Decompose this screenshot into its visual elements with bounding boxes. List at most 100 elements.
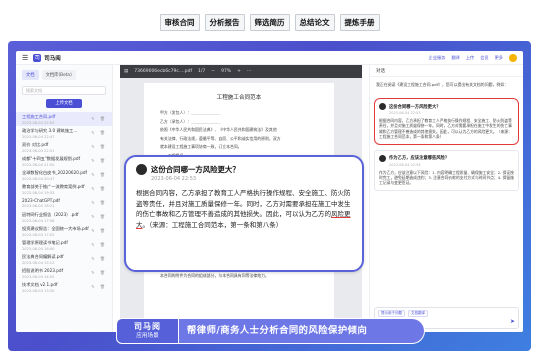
file-actions-icon[interactable]: ✎ 🗑 <box>91 186 107 191</box>
callout-timestamp: 2023-06-04 22:53 <box>151 176 197 182</box>
file-actions-icon[interactable]: ✎ 🗑 <box>91 116 107 121</box>
callout-answer: 根据合同内容，乙方承担了教育工人严格执行操作规程、安全施工、防火防盗等责任，并且… <box>136 188 352 230</box>
tab-library[interactable]: 文档库(Beta) <box>41 70 76 80</box>
avatar[interactable] <box>509 53 517 62</box>
sidebar-tabs: 文档 文档库(Beta) <box>16 65 112 83</box>
file-actions-icon[interactable]: ✎ 🗑 <box>91 270 107 275</box>
file-date: 2023-06-04 19:33 <box>22 191 55 195</box>
file-date: 2023-06-04 21:50 <box>22 163 55 167</box>
callout-question-text: 这份合同哪一方风险更大？ <box>151 165 240 174</box>
file-date: 2023-06-04 20:47 <box>22 177 55 181</box>
file-actions-icon[interactable]: ✎ 🗑 <box>91 200 107 205</box>
timestamp: 2023-06-04 22:53 <box>389 111 421 115</box>
badge-title: 司马阅 <box>134 322 161 331</box>
pdf-line: 乙方（承包人）：_______________ <box>160 118 221 124</box>
list-item[interactable]: 管理学原理读书笔记.pdf 2023-06-04 16:40 ✎ 🗑 <box>16 238 112 252</box>
file-actions-icon[interactable]: ✎ 🗑 <box>91 256 107 261</box>
pdf-line: 甲方（发包人）：_______________ <box>160 110 221 115</box>
list-item[interactable]: 2023-ChatGPT.pdf 2023-06-04 18:21 ✎ 🗑 <box>16 196 112 210</box>
list-item[interactable]: 技术文档 v2.1.pdf 2023-06-04 13:30 ✎ 🗑 <box>16 280 112 294</box>
callout-answer-text: 根据合同内容，乙方承担了教育工人严格执行操作规程、安全施工、防火防盗等责任，并且… <box>136 189 351 218</box>
header-link[interactable]: 企业服务 <box>429 55 446 61</box>
file-date: 2023-06-04 22:31 <box>22 149 55 153</box>
search-input[interactable]: 搜索文档 <box>22 86 106 95</box>
app-name: 司马阅 <box>44 55 61 62</box>
header-link[interactable]: 会员 <box>480 55 488 61</box>
pdf-toolbar: ▤ 73669006ecb6c79c….pdf 1/7 − 97% + ⋯ <box>120 65 362 78</box>
feature-tab[interactable]: 提炼手册 <box>339 14 380 31</box>
file-date: 2023-06-04 22:53 <box>22 121 55 125</box>
sidebar-toggle-icon[interactable]: ▤ <box>124 69 128 74</box>
callout-answer-tail: 。（来源：工程施工合同范本，第一条和第八条） <box>142 220 283 229</box>
timestamp: 2023-06-04 22:54 <box>389 162 421 167</box>
more-icon[interactable]: ⋯ <box>247 69 252 74</box>
answer-card: 这份合同哪一方风险更大？ 2023-06-04 22:53 根据合同内容，乙方承… <box>374 98 519 145</box>
page-indicator[interactable]: 1/7 <box>198 69 205 74</box>
file-actions-icon[interactable]: ✎ 🗑 <box>91 242 107 247</box>
question-text: 这份合同哪一方风险更大？ <box>389 104 441 110</box>
answer-callout: 这份合同哪一方风险更大？ 2023-06-04 22:53 根据合同内容，乙方承… <box>124 155 364 272</box>
answer-text: 作为乙方，应该注意以下风险：1. 内容明确工程质量、确保施工安全；2. 保证按时… <box>379 169 514 186</box>
list-item[interactable]: 投资建议报告：全国统一大市场.pdf 2023-06-04 17:02 ✎ 🗑 <box>16 224 112 238</box>
file-list: 工程施工合同.pdf 2023-06-04 22:53 ✎ 🗑 政治学与研究 3.0 … <box>16 112 112 294</box>
chat-panel: 对话 我正在阅读《建设工程施工合同.pdf》，您可以提出有关文档的问题，例如： … <box>369 65 523 332</box>
file-actions-icon[interactable]: ✎ 🗑 <box>91 130 107 135</box>
feature-tab[interactable]: 审核合同 <box>159 14 200 31</box>
header-link[interactable]: 更多 <box>495 55 503 61</box>
app-header: ☰ 司 司马阅 企业服务 翻译 上传 会员 更多 <box>16 51 523 65</box>
file-actions-icon[interactable]: ✎ 🗑 <box>91 144 107 149</box>
file-actions-icon[interactable]: ✎ 🗑 <box>91 284 107 289</box>
list-item[interactable]: 政治学与研究 3.0 建筑施工… 2023-06-04 22:47 ✎ 🗑 <box>16 126 112 140</box>
zoom-level[interactable]: 97% <box>221 69 231 74</box>
feature-tab[interactable]: 分析报告 <box>204 14 245 31</box>
list-item[interactable]: 全球数智化白皮书_20220620.pdf 2023-06-04 20:47 ✎ 🗑 <box>16 168 112 182</box>
logo-icon: 司 <box>33 53 42 62</box>
list-item[interactable]: 成都"十四五"数据发展规划.pdf 2023-06-04 21:50 ✎ 🗑 <box>16 154 112 168</box>
file-date: 2023-06-04 13:30 <box>22 289 55 293</box>
feature-tabs: 审核合同 分析报告 筛选简历 总结论文 提炼手册 <box>0 14 539 31</box>
question: 这份合同哪一方风险更大？ <box>379 103 514 110</box>
header-link[interactable]: 翻译 <box>451 55 459 61</box>
pdf-line: 就本建设工程施工事项协商一致，订立本合同。 <box>160 144 242 150</box>
file-actions-icon[interactable]: ✎ 🗑 <box>91 172 107 177</box>
scenario-banner: 帮律师/商务人士分析合同的风险保护倾向 <box>179 318 425 344</box>
feature-tab[interactable]: 总结论文 <box>294 14 335 31</box>
list-item[interactable]: 民法典合同编解读.pdf 2023-06-04 15:12 ✎ 🗑 <box>16 252 112 266</box>
list-item[interactable]: 教育部关于推广一流教育案例.pdf 2023-06-04 19:33 ✎ 🗑 <box>16 182 112 196</box>
list-item[interactable]: 工程施工合同.pdf 2023-06-04 22:53 ✎ 🗑 <box>16 112 112 126</box>
list-item[interactable]: 因特网行业报告（2023）.pdf 2023-06-04 17:58 ✎ 🗑 <box>16 210 112 224</box>
zoom-in-icon[interactable]: + <box>237 69 241 74</box>
menu-icon[interactable]: ☰ <box>22 54 28 62</box>
pdf-filename: 73669006ecb6c79c….pdf <box>134 69 193 74</box>
send-icon[interactable]: ➤ <box>510 318 515 325</box>
file-actions-icon[interactable]: ✎ 🗑 <box>91 158 107 163</box>
file-date: 2023-06-04 14:05 <box>22 275 55 279</box>
answer-card: 作为乙方，应该注意哪些风险？ 2023-06-04 22:54 作为乙方，应该注… <box>374 149 519 191</box>
list-item[interactable]: 双价 对比.pdf 2023-06-04 22:31 ✎ 🗑 <box>16 140 112 154</box>
header-links: 企业服务 翻译 上传 会员 更多 <box>429 53 517 62</box>
file-actions-icon[interactable]: ✎ 🗑 <box>91 228 107 233</box>
header-link[interactable]: 上传 <box>466 55 474 61</box>
answer-text: 根据合同内容，乙方承担了教育工人严格执行操作规程、安全施工、防火防盗等责任，并且… <box>379 118 512 140</box>
callout-question: 这份合同哪一方风险更大？ <box>136 164 352 175</box>
chat-header: 对话 <box>370 65 523 77</box>
chip[interactable]: 文档翻译 <box>408 310 428 317</box>
question: 作为乙方，应该注意哪些风险？ <box>379 154 514 162</box>
assistant-avatar-icon <box>379 154 386 162</box>
pdf-line: 有关法律、行政法规，遵循平等、自愿、公平和诚实信用的原则，双方 <box>160 135 281 141</box>
chip[interactable]: 提示用于问题 <box>378 310 405 317</box>
file-date: 2023-06-04 16:40 <box>22 247 55 251</box>
list-item[interactable]: 招股说明书 2023.pdf 2023-06-04 14:05 ✎ 🗑 <box>16 266 112 280</box>
tab-documents[interactable]: 文档 <box>22 70 39 80</box>
zoom-out-icon[interactable]: − <box>211 69 215 74</box>
feature-tab[interactable]: 筛选简历 <box>249 14 290 31</box>
document-sidebar: 文档 文档库(Beta) 搜索文档 上传文档 工程施工合同.pdf 2023-06… <box>16 65 113 332</box>
chat-intro: 我正在阅读《建设工程施工合同.pdf》，您可以提出有关文档的问题，例如： <box>376 82 509 87</box>
file-date: 2023-06-04 15:12 <box>22 261 55 265</box>
pdf-line: 依照《中华人民共和国民法典》、《中华人民共和国建筑法》及其他 <box>160 127 277 133</box>
file-actions-icon[interactable]: ✎ 🗑 <box>91 214 107 219</box>
pdf-line: 本合同的附件为合同的组成部分，与本合同具有同等法律效力。 <box>160 273 269 279</box>
file-date: 2023-06-04 17:58 <box>22 219 55 223</box>
pdf-title: 工程施工合同范本 <box>216 95 262 101</box>
upload-button[interactable]: 上传文档 <box>46 99 82 108</box>
